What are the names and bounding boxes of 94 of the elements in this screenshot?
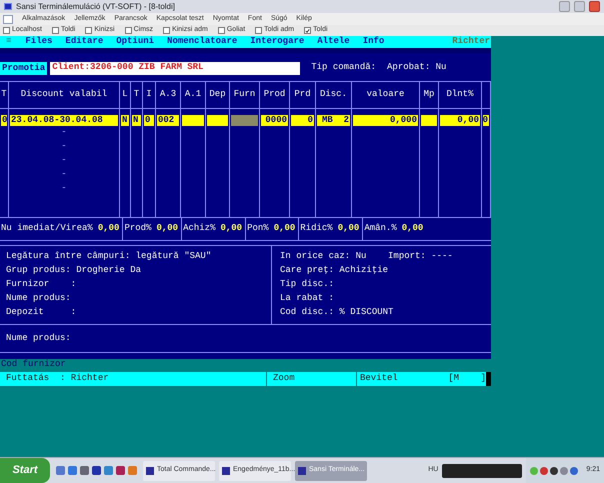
filter-line: Nume produs: <box>6 292 72 304</box>
window-title: Sansi Terminálemuláció (VT-SOFT) - [8-toldi] <box>16 0 176 12</box>
table-cell[interactable]: 0,00 <box>440 115 480 126</box>
total-label: Ridic% <box>300 222 333 236</box>
total-label: Nu imediat/Virea% <box>1 222 93 236</box>
table-cell[interactable]: 002 <box>157 115 179 126</box>
table-cell[interactable]: 0 <box>291 115 314 126</box>
menu-item[interactable]: Altele <box>317 35 350 49</box>
host-checkbox[interactable] <box>124 27 132 34</box>
app-icon <box>4 3 12 10</box>
total-label: Pon% <box>247 222 269 236</box>
document-icon <box>3 14 13 24</box>
column-header: Disc. <box>320 88 347 102</box>
filter-line: Grup produs: Drogherie Da <box>6 264 142 276</box>
filter-line: La rabat : <box>280 292 336 304</box>
column-header: Furn <box>234 88 256 102</box>
filter-line: In orice caz: Nu Import: ---- <box>280 250 454 262</box>
column-header: valoare <box>366 88 404 102</box>
filter-line: Cod disc.: % DISCOUNT <box>280 306 394 318</box>
menu-item[interactable]: Info <box>362 35 384 49</box>
status-user: Futtatás : Richter <box>0 372 267 386</box>
total-label: Prod% <box>124 222 152 236</box>
empty-row-mark: - <box>61 154 67 168</box>
column-header: Discount valabil <box>20 88 108 102</box>
filter-line: Legătura între câmpuri: legătură "SAU" <box>6 250 212 262</box>
filter-line: Depozit : <box>6 306 78 318</box>
filter-line: Care preţ: Achiziţie <box>280 264 390 276</box>
user-name: Richter <box>452 35 490 48</box>
total-label: Achiz% <box>183 222 216 236</box>
host-checkbox[interactable] <box>255 27 262 34</box>
input-mode-label: Bevitel <box>360 372 398 386</box>
total-value: 0,00 <box>402 222 424 236</box>
menu-item[interactable]: Optiuni <box>116 35 154 49</box>
table-cell[interactable] <box>421 115 437 126</box>
close-button[interactable] <box>589 1 600 12</box>
total-value: 0,00 <box>98 222 120 236</box>
host-checkbox[interactable] <box>304 27 312 34</box>
table-cell[interactable]: 23.04.08-30.04.08 <box>10 115 118 126</box>
product-name-label: Nume produs: <box>6 332 71 345</box>
empty-row-mark: - <box>61 126 67 140</box>
menu-icon[interactable]: ≡ <box>6 35 12 49</box>
media-player-bar[interactable] <box>442 464 522 478</box>
host-checkbox[interactable] <box>218 27 225 34</box>
column-header: Prd <box>294 88 311 102</box>
table-cell[interactable]: 0 <box>1 115 7 126</box>
total-value: 0,00 <box>156 222 178 236</box>
table-cell[interactable]: 0,000 <box>353 115 418 126</box>
promotion-button[interactable]: Promotia <box>0 62 48 74</box>
filter-line: Furnizor : <box>6 278 78 290</box>
host-checkbox[interactable] <box>163 27 170 34</box>
start-button[interactable]: Start <box>0 458 50 483</box>
total-value: 0,00 <box>274 222 296 236</box>
client-field[interactable]: Client:3206-000 ZIB FARM SRL <box>50 62 300 74</box>
table-cell[interactable] <box>207 115 228 126</box>
host-checkbox[interactable] <box>52 27 59 34</box>
column-header: Mp <box>424 88 434 102</box>
table-cell[interactable]: 0000 <box>261 115 288 126</box>
empty-row-mark: - <box>61 182 67 196</box>
total-label: Amân.% <box>364 222 397 236</box>
table-cell[interactable]: MB 2 <box>317 115 350 126</box>
order-type-label: Tip comandă: <box>311 61 376 74</box>
total-value: 0,00 <box>220 222 242 236</box>
filter-line: Tip disc.: <box>280 278 336 290</box>
table-cell[interactable] <box>182 115 204 126</box>
cursor-cell[interactable] <box>231 115 258 126</box>
hint-text: Cod furnizor <box>1 358 66 372</box>
menu-item[interactable]: Editare <box>65 35 104 49</box>
minimize-button[interactable] <box>559 1 570 12</box>
approved-label: Aprobat: Nu <box>387 61 446 74</box>
column-header: A.1 <box>184 88 202 102</box>
table-cell[interactable]: 0 <box>483 115 489 126</box>
host-checkbox[interactable] <box>3 27 10 34</box>
text-cursor <box>486 372 491 386</box>
empty-row-mark: - <box>61 168 67 182</box>
menu-item[interactable]: Interogare <box>250 35 304 49</box>
restore-button[interactable] <box>574 1 585 12</box>
column-header: Prod <box>264 88 286 102</box>
column-header: Dep <box>209 88 226 102</box>
table-cell[interactable]: N <box>121 115 129 126</box>
column-header: T <box>134 88 140 102</box>
host-checkbox[interactable] <box>85 27 92 34</box>
menu-item[interactable]: Files <box>25 35 52 49</box>
empty-row-mark: - <box>61 140 67 154</box>
column-header: Dlnt% <box>446 88 474 102</box>
menu-item[interactable]: Nomenclatoare <box>167 35 238 49</box>
column-header: A.3 <box>160 88 176 102</box>
table-cell[interactable]: N <box>132 115 141 126</box>
status-indicator: [M ] <box>448 372 486 386</box>
column-header: T <box>1 88 7 102</box>
column-header: L <box>122 88 128 102</box>
total-value: 0,00 <box>338 222 360 236</box>
column-header: I <box>146 88 152 102</box>
status-mode: Zoom <box>267 372 357 386</box>
table-cell[interactable]: 0 <box>144 115 154 126</box>
